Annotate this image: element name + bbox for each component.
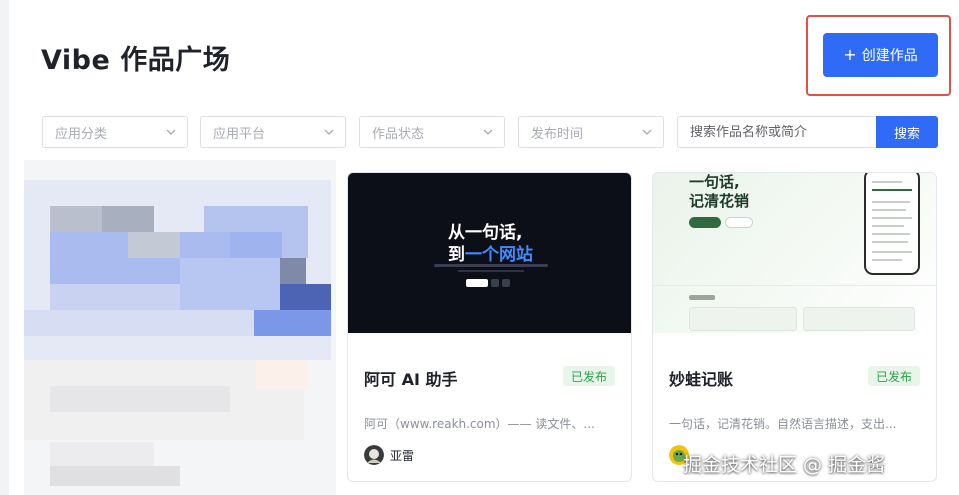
app-category-select[interactable]: 应用分类 (42, 116, 188, 148)
chevron-down-icon (324, 129, 334, 135)
status-badge: 已发布 (562, 366, 615, 386)
blurred-work-card[interactable] (24, 160, 336, 495)
thumbnail-button (689, 217, 721, 228)
work-thumbnail: 从一句话, 到一个网站 (348, 173, 631, 333)
chevron-down-icon (642, 129, 652, 135)
publish-time-select[interactable]: 发布时间 (518, 116, 664, 148)
app-platform-select[interactable]: 应用平台 (200, 116, 346, 148)
thumbnail-headline-prefix: 到 (448, 245, 465, 265)
status-badge: 已发布 (867, 366, 920, 386)
thumbnail-button (725, 217, 753, 228)
thumbnail-headline: 记清花销 (689, 192, 750, 210)
work-status-select[interactable]: 作品状态 (359, 116, 505, 148)
work-title: 妙蛙记账 (669, 370, 734, 389)
thumbnail-panel (689, 307, 797, 331)
thumbnail-button (466, 279, 488, 287)
phone-mockup (864, 173, 920, 275)
search-button[interactable]: 搜索 (876, 116, 938, 148)
author-info[interactable]: 亚雷 (364, 445, 414, 465)
thumbnail-subtext (458, 270, 524, 272)
work-description: 一句话，记清花销。自然语言描述，支出... (669, 417, 897, 431)
avatar (364, 445, 384, 465)
thumbnail-section-title (689, 295, 715, 300)
chevron-down-icon (166, 129, 176, 135)
search-input[interactable] (677, 116, 877, 148)
work-thumbnail: 一句话, 记清花销 (653, 173, 936, 333)
chevron-down-icon (483, 129, 493, 135)
work-description: 阿可（www.reakh.com）—— 读文件、... (364, 417, 595, 431)
thumbnail-button (502, 279, 510, 287)
thumbnail-subtext (434, 264, 548, 267)
work-status-placeholder: 作品状态 (372, 126, 425, 142)
thumbnail-divider (653, 285, 936, 286)
thumbnail-panel (803, 307, 915, 331)
page-title: Vibe 作品广场 (41, 45, 231, 76)
thumbnail-headline: 到一个网站 (448, 240, 533, 265)
create-work-button[interactable]: + 创建作品 (823, 33, 938, 77)
app-platform-placeholder: 应用平台 (213, 126, 266, 142)
plus-icon: + (843, 45, 857, 64)
create-work-label: 创建作品 (861, 48, 918, 64)
work-card[interactable]: 从一句话, 到一个网站 阿可 AI 助手 已发布 阿可（www.reakh.co… (347, 172, 632, 482)
app-category-placeholder: 应用分类 (55, 126, 108, 142)
work-card[interactable]: 一句话, 记清花销 妙蛙记账 已发布 一句话，记清花销。自然语言描述，支出... (652, 172, 937, 482)
publish-time-placeholder: 发布时间 (531, 126, 584, 142)
thumbnail-button (491, 279, 499, 287)
watermark: 掘金技术社区 @ 掘金酱 (683, 454, 886, 476)
thumbnail-headline-accent: 一个网站 (465, 245, 533, 265)
left-gutter (0, 0, 9, 495)
work-title: 阿可 AI 助手 (364, 370, 458, 389)
author-name: 亚雷 (390, 448, 415, 463)
